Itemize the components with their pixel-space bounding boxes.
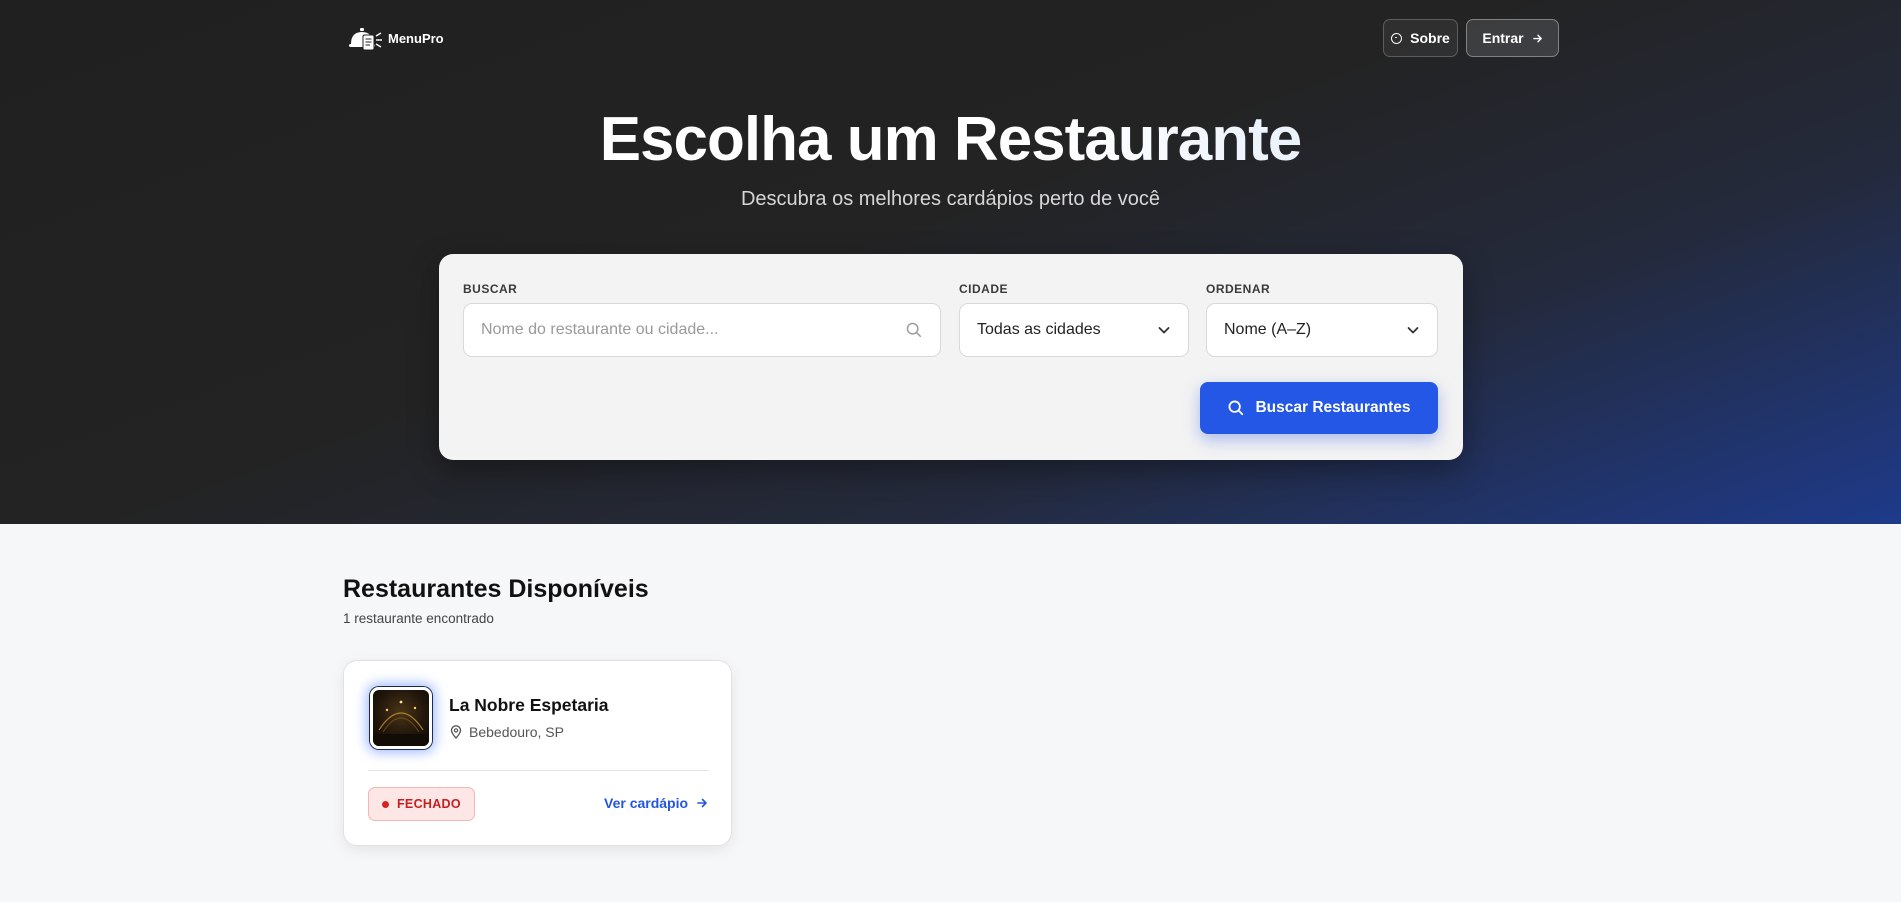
hero-section: MenuPro Sobre Entrar Escolha um Restaura… [0,0,1901,524]
city-select[interactable]: Todas as cidades [959,303,1189,357]
restaurant-location-text: Bebedouro, SP [469,724,564,740]
login-button[interactable]: Entrar [1466,19,1559,57]
map-pin-icon [450,725,462,739]
logo[interactable]: MenuPro [348,24,444,52]
order-select-value: Nome (A–Z) [1224,321,1312,338]
results-title: Restaurantes Disponíveis [343,575,649,603]
status-badge-label: FECHADO [397,797,461,811]
status-dot-icon [382,800,389,808]
city-select-value: Todas as cidades [977,321,1101,338]
arrow-right-icon [1532,34,1542,42]
search-icon [906,322,922,338]
order-label: ORDENAR [1206,282,1271,296]
search-icon [1228,400,1244,416]
view-menu-link-label: Ver cardápio [604,795,689,811]
search-restaurants-button-label: Buscar Restaurantes [1255,399,1411,416]
results-count: 1 restaurante encontrado [343,611,494,626]
search-label: BUSCAR [463,282,518,296]
search-panel: BUSCAR CIDADE Todas as cidades ORDENAR N… [439,254,1463,460]
about-button-label: Sobre [1410,30,1450,46]
page-subtitle: Descubra os melhores cardápios perto de … [740,188,1161,210]
about-button[interactable]: Sobre [1383,19,1458,57]
login-button-label: Entrar [1482,30,1524,46]
card-divider [368,770,709,771]
arrow-right-icon [697,798,707,808]
logo-text: MenuPro [388,30,444,46]
restaurant-card[interactable]: La Nobre Espetaria Bebedouro, SP FECHADO… [343,660,732,846]
page-title: Escolha um Restaurante [0,104,1901,175]
order-select[interactable]: Nome (A–Z) [1206,303,1438,357]
chevron-down-icon [1158,327,1170,334]
info-icon [1391,32,1403,44]
restaurant-name: La Nobre Espetaria [449,695,609,715]
status-badge: FECHADO [368,787,475,821]
restaurant-thumbnail [370,687,432,749]
menu-logo-icon [348,24,384,52]
search-restaurants-button[interactable]: Buscar Restaurantes [1200,382,1438,434]
city-label: CIDADE [959,282,1009,296]
chevron-down-icon [1407,327,1419,334]
restaurant-location: Bebedouro, SP [449,724,564,740]
search-field[interactable] [463,303,941,357]
search-input[interactable] [481,321,905,339]
view-menu-link[interactable]: Ver cardápio [604,795,708,811]
